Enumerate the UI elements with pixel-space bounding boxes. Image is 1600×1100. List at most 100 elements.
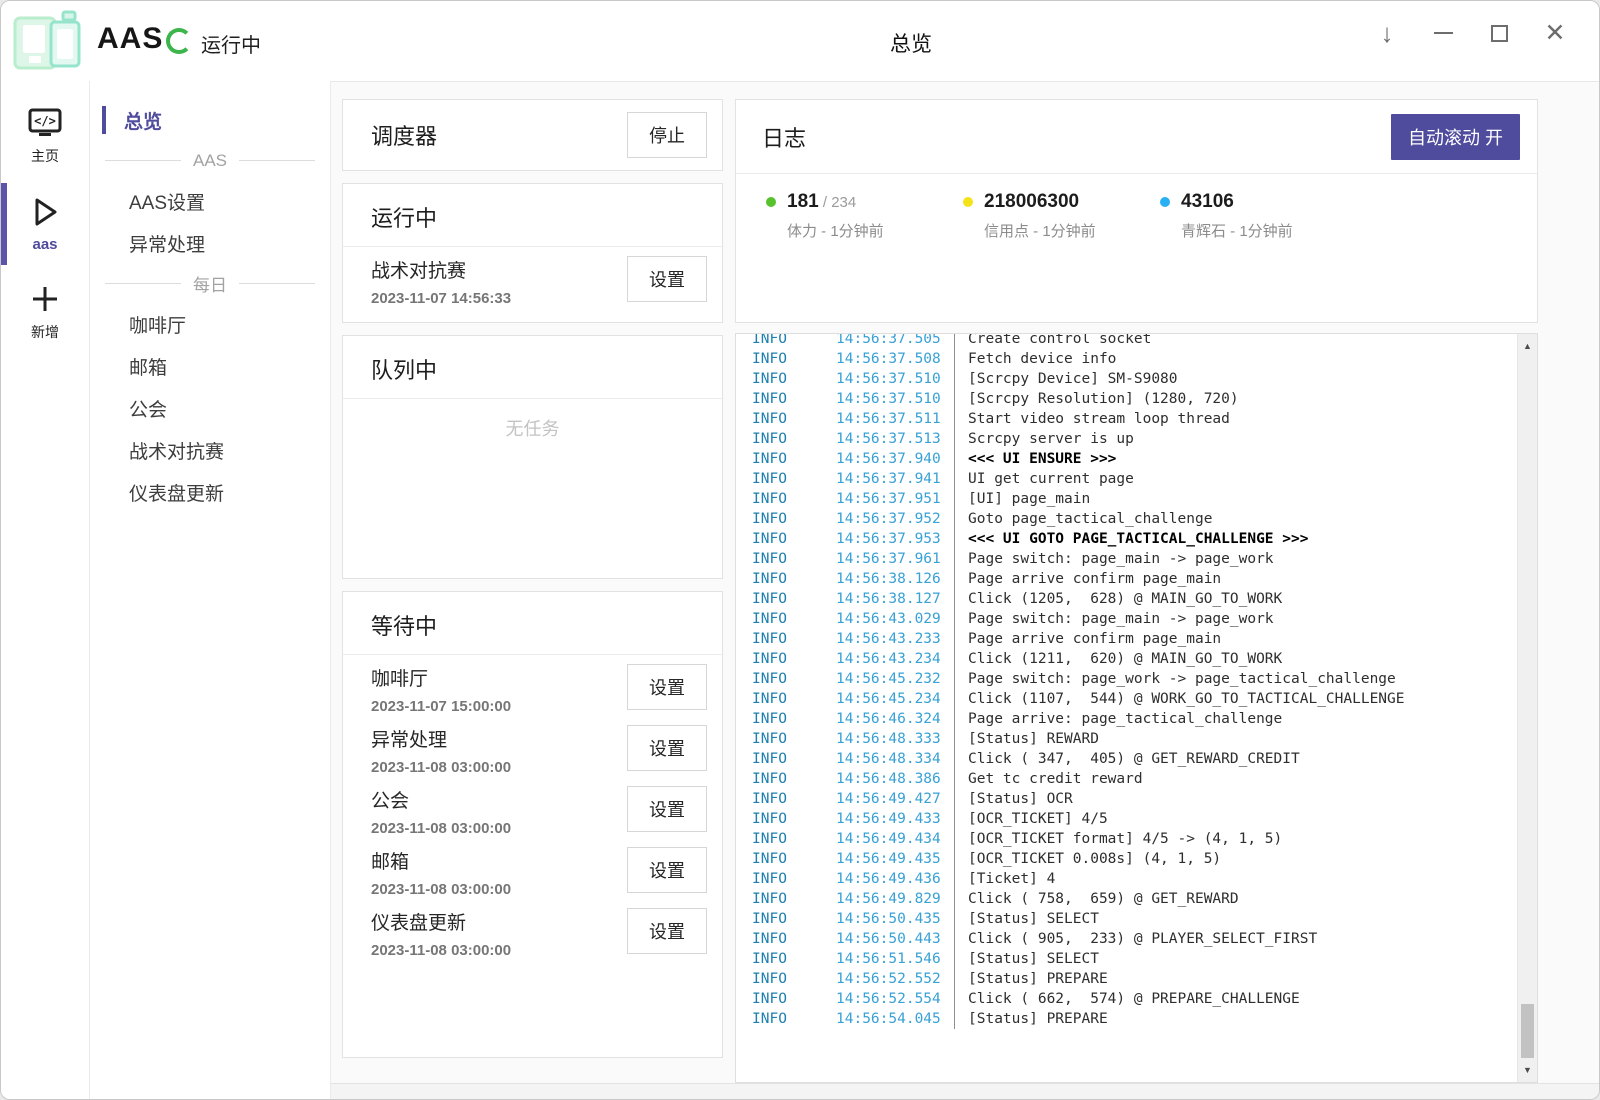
main-area: 调度器 停止 运行中 战术对抗赛 2023-11-07 14:56:33 设置 … <box>331 81 1599 1099</box>
stat-label: 青辉石 - 1分钟前 <box>1181 220 1357 241</box>
log-line: INFO14:56:37.505Create control socket <box>752 333 1537 349</box>
sidebar-item-AAS设置[interactable]: AAS设置 <box>90 180 330 222</box>
log-viewer[interactable]: INFO14:56:37.505Create control socketINF… <box>735 333 1538 1083</box>
scrollbar-thumb[interactable] <box>1521 1004 1534 1058</box>
log-level: INFO <box>752 569 836 589</box>
log-level: INFO <box>752 769 836 789</box>
log-message: [Status] PREPARE <box>954 969 1108 989</box>
scroll-up-icon[interactable]: ▲ <box>1518 337 1537 355</box>
waiting-settings-button[interactable]: 设置 <box>627 725 707 771</box>
resource-stat: 218006300信用点 - 1分钟前 <box>963 191 1160 241</box>
log-line: INFO14:56:45.232Page switch: page_work -… <box>752 669 1537 689</box>
log-level: INFO <box>752 869 836 889</box>
log-level: INFO <box>752 609 836 629</box>
log-timestamp: 14:56:37.941 <box>836 469 954 489</box>
running-settings-button[interactable]: 设置 <box>627 256 707 302</box>
rail-item-主页[interactable]: </>主页 <box>1 93 89 179</box>
waiting-task-time: 2023-11-07 15:00:00 <box>371 698 511 715</box>
log-line: INFO14:56:37.941UI get current page <box>752 469 1537 489</box>
autoscroll-toggle-button[interactable]: 自动滚动 开 <box>1391 114 1520 160</box>
log-line: INFO14:56:48.386Get tc credit reward <box>752 769 1537 789</box>
rail-item-label: 主页 <box>31 146 59 166</box>
waiting-task-row: 咖啡厅 2023-11-07 15:00:00 设置 <box>343 655 722 716</box>
log-timestamp: 14:56:49.436 <box>836 869 954 889</box>
log-line: INFO14:56:37.511Start video stream loop … <box>752 409 1537 429</box>
log-line: INFO14:56:49.829Click ( 758, 659) @ GET_… <box>752 889 1537 909</box>
sidebar-item-公会[interactable]: 公会 <box>90 387 330 429</box>
waiting-task-time: 2023-11-08 03:00:00 <box>371 820 511 837</box>
divider <box>343 398 722 399</box>
log-line: INFO14:56:49.433[OCR_TICKET] 4/5 <box>752 809 1537 829</box>
log-scrollbar[interactable]: ▲ ▼ <box>1517 334 1537 1082</box>
log-line: INFO14:56:37.952Goto page_tactical_chall… <box>752 509 1537 529</box>
log-message: [Status] SELECT <box>954 949 1099 969</box>
log-level: INFO <box>752 489 836 509</box>
download-button[interactable]: ↓ <box>1367 11 1407 55</box>
log-level: INFO <box>752 689 836 709</box>
sidebar-item-仪表盘更新[interactable]: 仪表盘更新 <box>90 471 330 513</box>
log-line: INFO14:56:37.940<<< UI ENSURE >>> <box>752 449 1537 469</box>
sidebar-item-label: 总览 <box>124 107 162 134</box>
waiting-settings-button[interactable]: 设置 <box>627 908 707 954</box>
waiting-task-time: 2023-11-08 03:00:00 <box>371 881 511 898</box>
waiting-settings-button[interactable]: 设置 <box>627 847 707 893</box>
log-timestamp: 14:56:46.324 <box>836 709 954 729</box>
log-message: Click ( 662, 574) @ PREPARE_CHALLENGE <box>954 989 1300 1009</box>
log-message: Click ( 758, 659) @ GET_REWARD <box>954 889 1239 909</box>
stop-button[interactable]: 停止 <box>627 112 707 158</box>
task-column: 调度器 停止 运行中 战术对抗赛 2023-11-07 14:56:33 设置 … <box>342 99 723 1058</box>
log-level: INFO <box>752 509 836 529</box>
log-message: Click ( 347, 405) @ GET_REWARD_CREDIT <box>954 749 1300 769</box>
log-timestamp: 14:56:52.552 <box>836 969 954 989</box>
log-level: INFO <box>752 789 836 809</box>
sidebar-item-异常处理[interactable]: 异常处理 <box>90 222 330 264</box>
log-level: INFO <box>752 333 836 349</box>
selected-indicator <box>1 183 7 265</box>
nav-rail: </>主页aas新增 <box>1 81 90 1099</box>
log-level: INFO <box>752 909 836 929</box>
log-line: INFO14:56:50.443Click ( 905, 233) @ PLAY… <box>752 929 1537 949</box>
log-level: INFO <box>752 889 836 909</box>
stat-total: / 234 <box>819 194 857 211</box>
log-level: INFO <box>752 989 836 1009</box>
minimize-button[interactable] <box>1423 11 1463 55</box>
log-message: Click (1205, 628) @ MAIN_GO_TO_WORK <box>954 589 1282 609</box>
close-button[interactable]: ✕ <box>1535 11 1575 55</box>
log-message: Page switch: page_work -> page_tactical_… <box>954 669 1396 689</box>
log-line: INFO14:56:37.953<<< UI GOTO PAGE_TACTICA… <box>752 529 1537 549</box>
waiting-settings-button[interactable]: 设置 <box>627 664 707 710</box>
log-line: INFO14:56:49.436[Ticket] 4 <box>752 869 1537 889</box>
log-timestamp: 14:56:37.510 <box>836 389 954 409</box>
stat-dot-icon <box>1160 197 1170 207</box>
rail-item-新增[interactable]: 新增 <box>1 269 89 355</box>
log-message: UI get current page <box>954 469 1134 489</box>
scroll-down-icon[interactable]: ▼ <box>1518 1061 1537 1079</box>
log-timestamp: 14:56:37.953 <box>836 529 954 549</box>
waiting-card: 等待中 咖啡厅2023-11-07 15:00:00设置异常处理2023-11-… <box>342 591 723 1058</box>
log-message: Create control socket <box>954 333 1151 349</box>
log-timestamp: 14:56:49.829 <box>836 889 954 909</box>
log-level: INFO <box>752 469 836 489</box>
log-timestamp: 14:56:50.435 <box>836 909 954 929</box>
log-header-card: 日志 自动滚动 开 181 / 234体力 - 1分钟前218006300信用点… <box>735 99 1538 323</box>
log-line: INFO14:56:49.435[OCR_TICKET 0.008s] (4, … <box>752 849 1537 869</box>
waiting-task-row: 邮箱2023-11-08 03:00:00设置 <box>343 838 722 899</box>
sidebar-item-邮箱[interactable]: 邮箱 <box>90 345 330 387</box>
log-message: Get tc credit reward <box>954 769 1143 789</box>
log-message: [Status] REWARD <box>954 729 1099 749</box>
scheduler-card: 调度器 停止 <box>342 99 723 171</box>
run-status-text: 运行中 <box>201 29 261 58</box>
sidebar-item-战术对抗赛[interactable]: 战术对抗赛 <box>90 429 330 471</box>
maximize-button[interactable] <box>1479 11 1519 55</box>
waiting-settings-button[interactable]: 设置 <box>627 786 707 832</box>
divider-line <box>239 160 315 161</box>
waiting-title: 等待中 <box>371 609 694 641</box>
waiting-task-name: 咖啡厅 <box>371 664 511 691</box>
sidebar-item-咖啡厅[interactable]: 咖啡厅 <box>90 303 330 345</box>
log-level: INFO <box>752 429 836 449</box>
log-line: INFO14:56:37.510[Scrcpy Resolution] (128… <box>752 389 1537 409</box>
log-message: Page arrive confirm page_main <box>954 569 1221 589</box>
rail-item-aas[interactable]: aas <box>1 181 89 267</box>
log-message: Click ( 905, 233) @ PLAYER_SELECT_FIRST <box>954 929 1317 949</box>
sidebar-item-overview[interactable]: 总览 <box>90 99 330 141</box>
